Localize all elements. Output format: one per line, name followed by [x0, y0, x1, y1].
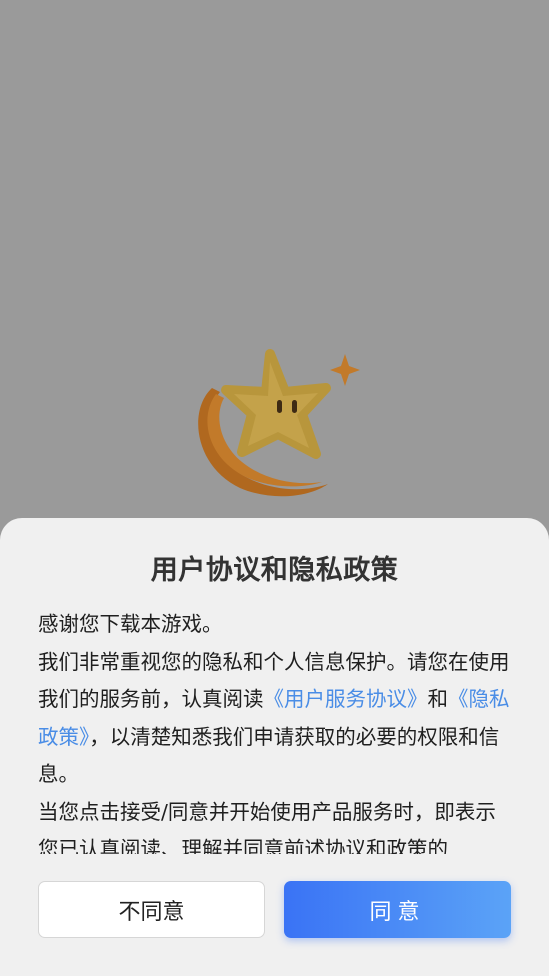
dialog-body: 感谢您下载本游戏。 我们非常重视您的隐私和个人信息保护。请您在使用我们的服务前，… [38, 606, 512, 854]
dialog-title: 用户协议和隐私政策 [150, 555, 399, 586]
and-text: 和 [427, 687, 449, 711]
agreement-text-after: ，以清楚知悉我们申请获取的必要的权限和信息。 [38, 724, 500, 787]
accept-button[interactable]: 同意 [284, 881, 511, 938]
user-agreement-link[interactable]: 《用户服务协议》 [264, 687, 428, 711]
agreement-paragraph: 我们非常重视您的隐私和个人信息保护。请您在使用我们的服务前，认真阅读《用户服务协… [38, 644, 512, 794]
decline-button[interactable]: 不同意 [38, 881, 265, 938]
privacy-dialog: 用户协议和隐私政策 感谢您下载本游戏。 我们非常重视您的隐私和个人信息保护。请您… [0, 518, 549, 976]
star-mascot-logo-icon [198, 349, 360, 497]
consent-paragraph: 当您点击接受/同意并开始使用产品服务时，即表示您已认真阅读、理解并同意前述协议和… [38, 799, 496, 855]
thanks-paragraph: 感谢您下载本游戏。 [38, 612, 223, 636]
